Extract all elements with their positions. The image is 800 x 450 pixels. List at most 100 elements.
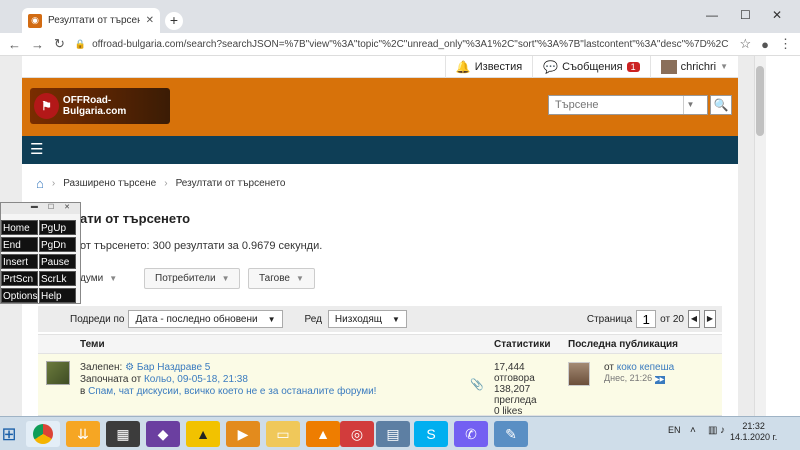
chrome-taskbar-icon[interactable] <box>26 421 60 447</box>
skype-icon[interactable]: S <box>414 421 448 447</box>
network-icon[interactable]: ▥ <box>708 425 717 436</box>
page-total: от 20 <box>660 313 684 325</box>
key-pgdn[interactable]: PgDn <box>39 237 76 252</box>
key-pause[interactable]: Pause <box>39 254 76 269</box>
breadcrumb: ⌂ › Разширено търсене › Резултати от тър… <box>36 176 285 191</box>
tab-title: Резултати от търсенето - OFFR <box>48 15 140 26</box>
author-link[interactable]: Кольо <box>144 374 172 385</box>
minimize-icon[interactable]: ▬ <box>31 203 38 214</box>
window-close-icon[interactable]: ✕ <box>772 8 782 22</box>
bookmark-star-icon[interactable]: ☆ <box>739 36 751 52</box>
folder-icon[interactable]: ▭ <box>266 421 300 447</box>
bell-icon: 🔔 <box>455 59 471 74</box>
forward-icon[interactable]: → <box>31 37 44 52</box>
page-viewport: 🔔 Известия 💬 Съобщения 1 chrichri ▼ ⚑ OF… <box>0 56 754 416</box>
visual-studio-icon[interactable]: ◆ <box>146 421 180 447</box>
key-end[interactable]: End <box>1 237 38 252</box>
url-text: offroad-bulgaria.com/search?searchJSON=%… <box>92 38 730 50</box>
capture-icon[interactable]: ◎ <box>340 421 374 447</box>
new-tab-button[interactable]: + <box>165 12 183 30</box>
last-post-time: Днес, 21:26 <box>604 373 653 383</box>
download-icon[interactable]: ⇊ <box>66 421 100 447</box>
messages-link[interactable]: 💬 Съобщения 1 <box>532 56 649 78</box>
menu-dots-icon[interactable]: ⋮ <box>779 36 792 52</box>
likes-count: 0 likes <box>494 406 523 416</box>
chevron-down-icon[interactable]: ▼ <box>683 96 697 114</box>
search-field[interactable]: ▼ <box>548 95 708 115</box>
last-user-link[interactable]: коко кепеша <box>617 362 675 373</box>
topic-thumbnail[interactable] <box>46 361 70 385</box>
chevron-up-icon[interactable]: ˄ <box>690 425 696 436</box>
viber-icon[interactable]: ✆ <box>454 421 488 447</box>
chat-icon: 💬 <box>543 59 559 74</box>
maximize-icon[interactable]: ☐ <box>740 8 751 22</box>
page-number-input[interactable] <box>636 310 657 328</box>
reload-icon[interactable]: ↻ <box>54 36 65 52</box>
chevron-down-icon: ▼ <box>295 274 304 283</box>
prev-page-icon[interactable]: ◀ <box>688 310 700 328</box>
vlc-icon[interactable]: ▲ <box>306 421 340 447</box>
main-content: ⌂ › Разширено търсене › Резултати от тър… <box>22 164 738 416</box>
key-pgup[interactable]: PgUp <box>39 220 76 235</box>
site-header: ⚑ OFFRoad-Bulgaria.com ▼ 🔍 <box>22 78 738 136</box>
go-to-post-icon[interactable]: ▶▶ <box>654 376 665 384</box>
search-input[interactable] <box>549 99 683 111</box>
topic-title-link[interactable]: Бар Наздраве 5 <box>137 362 211 373</box>
replies-label: отговора <box>494 373 535 384</box>
key-options[interactable]: Options <box>1 288 38 303</box>
chevron-right-icon: › <box>51 178 56 189</box>
minimize-icon[interactable]: — <box>706 8 718 22</box>
next-page-icon[interactable]: ▶ <box>704 310 716 328</box>
keyboard-titlebar: ▬ ☐ ✕ <box>1 203 80 214</box>
profile-icon[interactable]: ● <box>761 37 769 52</box>
key-prtscn[interactable]: PrtScn <box>1 271 38 286</box>
favicon-icon: ◉ <box>28 13 42 28</box>
search-button[interactable]: 🔍 <box>710 95 732 115</box>
chevron-down-icon: ▼ <box>221 274 230 283</box>
site-logo[interactable]: ⚑ OFFRoad-Bulgaria.com <box>30 88 170 124</box>
scrollbar-thumb[interactable] <box>756 66 764 136</box>
forum-link[interactable]: Спам, чат дискусии, всичко което не е за… <box>88 386 376 397</box>
close-icon[interactable]: ✕ <box>64 203 70 214</box>
table-row: Залепен: ⚙ Бар Наздраве 5 Започната от К… <box>38 354 722 416</box>
avatar[interactable] <box>568 362 590 386</box>
key-scrlk[interactable]: ScrLk <box>39 271 76 286</box>
network-tool-icon[interactable]: ▤ <box>376 421 410 447</box>
logo-icon: ⚑ <box>34 93 59 119</box>
topic-icon: ⚙ <box>125 362 135 373</box>
topic-title-line: Залепен: ⚙ Бар Наздраве 5 <box>80 362 210 373</box>
language-indicator[interactable]: EN <box>668 425 681 435</box>
key-help[interactable]: Help <box>39 288 76 303</box>
user-menu[interactable]: chrichri ▼ <box>649 56 738 78</box>
filter-users[interactable]: Потребители ▼ <box>144 268 241 289</box>
media-player-icon[interactable]: ▲ <box>186 421 220 447</box>
order-select[interactable]: Дата - последно обновени ▼ <box>128 310 283 328</box>
calendar-icon[interactable]: ▦ <box>106 421 140 447</box>
key-insert[interactable]: Insert <box>1 254 38 269</box>
back-icon[interactable]: ← <box>8 37 21 52</box>
filter-tags[interactable]: Тагове ▼ <box>248 268 315 289</box>
filter-words[interactable]: думи ▼ <box>80 268 117 289</box>
col-stats: Статистики <box>494 339 551 350</box>
views-count: 138,207 <box>494 384 531 395</box>
paint-icon[interactable]: ✎ <box>494 421 528 447</box>
clock[interactable]: 21:32 14.1.2020 г. <box>730 421 777 443</box>
browser-tab[interactable]: ◉ Резултати от търсенето - OFFR ✕ <box>22 8 160 33</box>
start-icon[interactable]: ⊞ <box>0 421 26 447</box>
address-bar[interactable]: 🔒 offroad-bulgaria.com/search?searchJSON… <box>75 35 730 53</box>
tab-close-icon[interactable]: ✕ <box>146 15 154 26</box>
key-home[interactable]: Home <box>1 220 38 235</box>
maximize-icon[interactable]: ☐ <box>48 203 54 214</box>
video-player-icon[interactable]: ▶ <box>226 421 260 447</box>
logo-text: OFFRoad-Bulgaria.com <box>62 95 127 117</box>
home-icon[interactable]: ⌂ <box>36 176 44 191</box>
breadcrumb-item-advanced-search[interactable]: Разширено търсене <box>63 178 156 189</box>
browser-toolbar: ← → ↻ 🔒 offroad-bulgaria.com/search?sear… <box>0 33 800 56</box>
direction-select-value: Низходящ <box>334 313 383 325</box>
volume-icon[interactable]: ♪ <box>720 425 725 436</box>
hamburger-menu-icon[interactable]: ☰ <box>30 142 43 157</box>
direction-label: Ред <box>304 313 322 325</box>
desktop-background <box>766 56 800 416</box>
direction-select[interactable]: Низходящ ▼ <box>327 310 407 328</box>
notifications-link[interactable]: 🔔 Известия <box>444 56 532 78</box>
